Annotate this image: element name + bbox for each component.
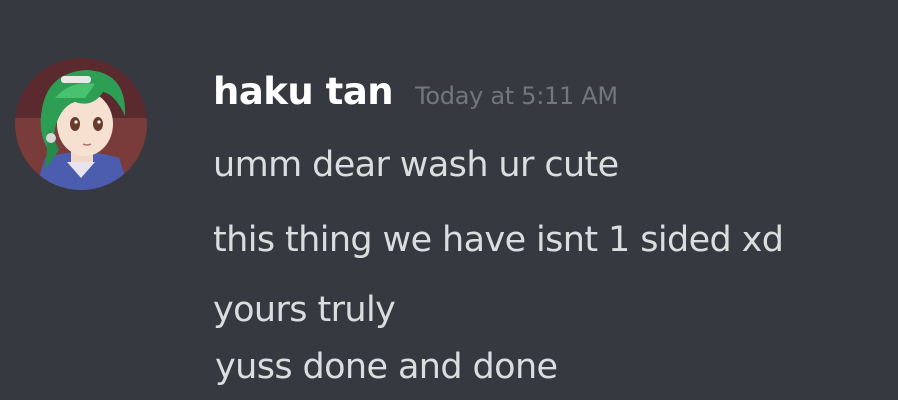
username[interactable]: haku tan	[213, 70, 394, 113]
timestamp: Today at 5:11 AM	[415, 82, 618, 110]
message-line: yours truly	[213, 290, 396, 330]
message-line: yuss done and done	[215, 347, 558, 387]
user-avatar-icon[interactable]	[15, 58, 147, 190]
message-header: haku tan Today at 5:11 AM	[213, 70, 618, 120]
message-line: umm dear wash ur cute	[213, 145, 619, 185]
chat-message-group: haku tan Today at 5:11 AM umm dear wash …	[0, 0, 898, 400]
anime-avatar-icon	[15, 58, 147, 190]
message-line: this thing we have isnt 1 sided xd	[213, 220, 784, 260]
